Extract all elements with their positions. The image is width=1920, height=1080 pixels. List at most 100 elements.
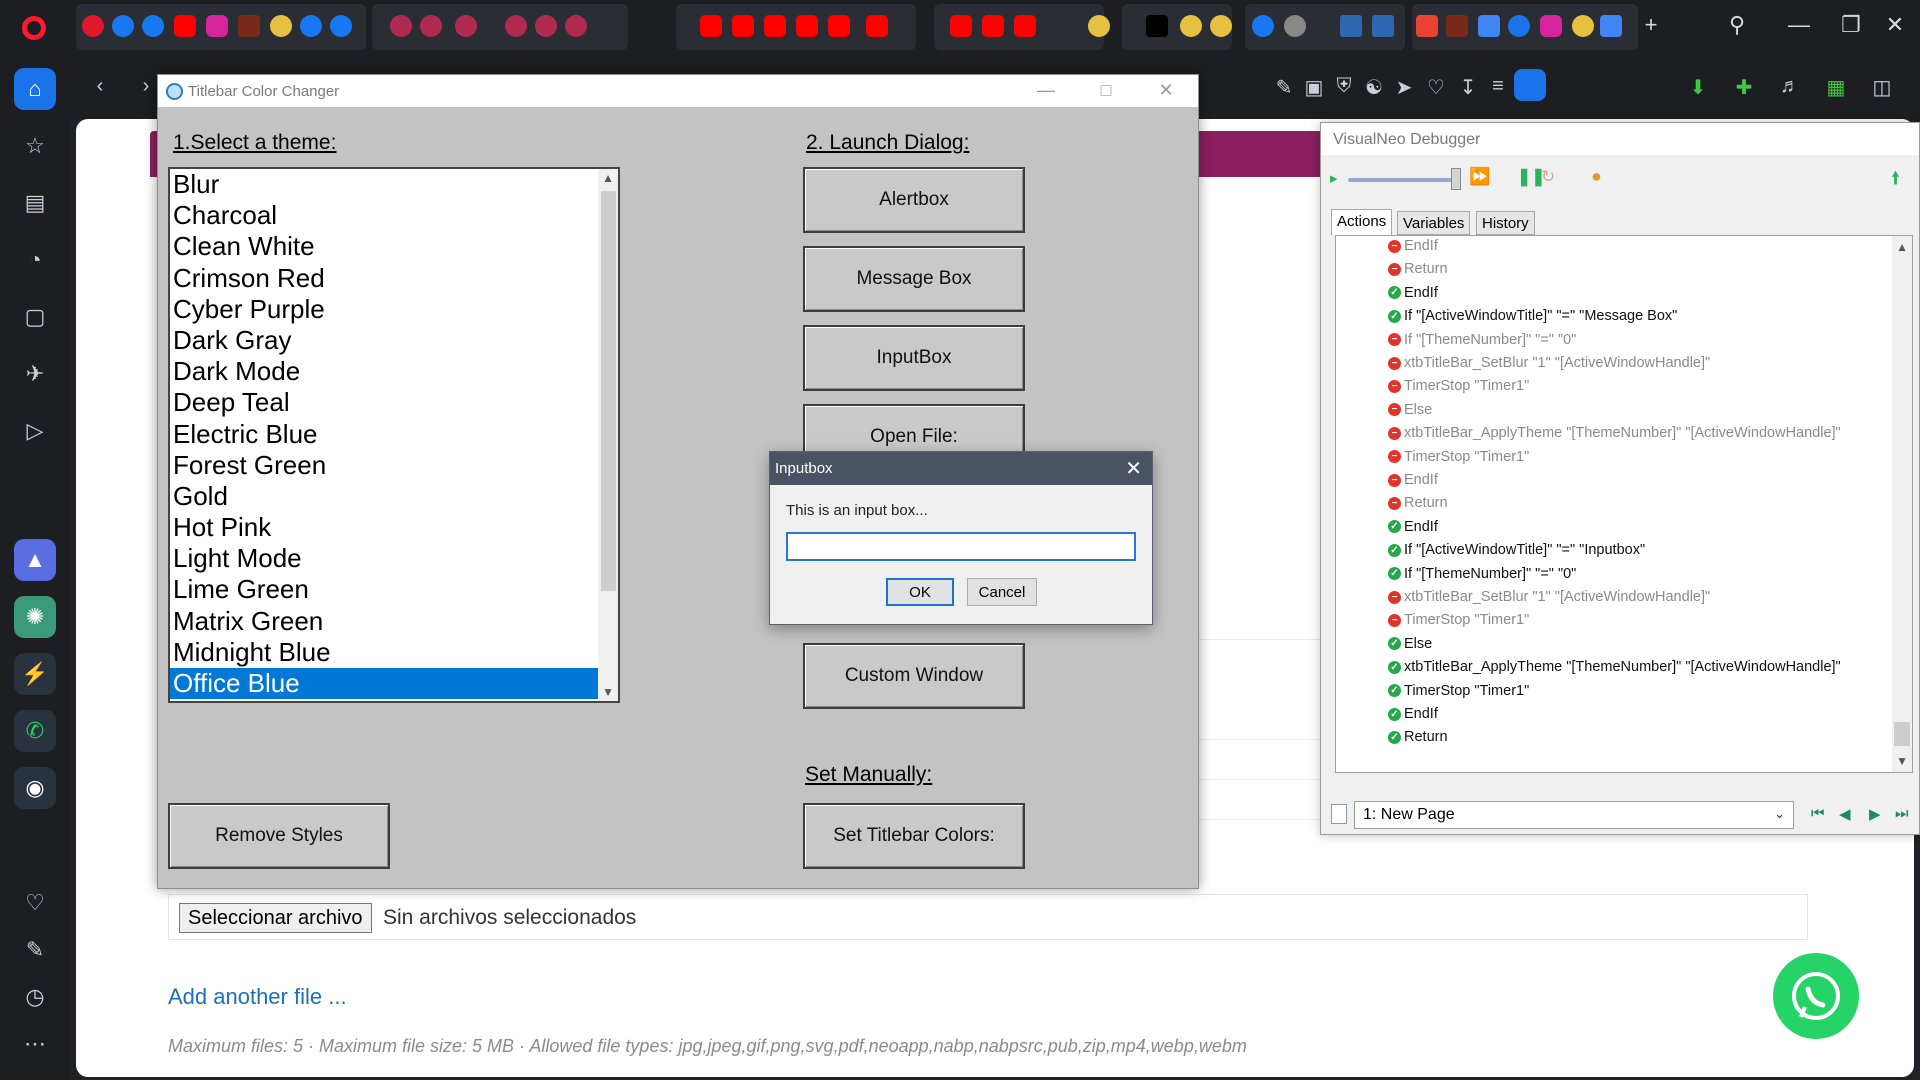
tab-favicon-icon[interactable]: [700, 15, 722, 37]
tab-actions[interactable]: Actions: [1331, 209, 1393, 235]
tab-favicon-icon[interactable]: [1372, 15, 1394, 37]
fast-forward-icon[interactable]: ⏩: [1469, 167, 1490, 187]
inputbox-button[interactable]: InputBox: [803, 325, 1025, 391]
listbox-scrollbar[interactable]: ▲ ▼: [598, 169, 618, 701]
back-icon[interactable]: ‹: [86, 75, 114, 98]
tab-favicon-icon[interactable]: [1478, 15, 1500, 37]
forward-icon[interactable]: ›: [132, 75, 160, 98]
theme-listbox[interactable]: Blur Charcoal Clean White Crimson Red Cyber …: [168, 167, 620, 703]
menu-icon[interactable]: ≡: [1484, 75, 1512, 98]
tab-favicon-icon[interactable]: [535, 15, 557, 37]
theme-list-item[interactable]: Dark Gray: [170, 325, 618, 356]
theme-list-item[interactable]: Dark Mode: [170, 356, 618, 387]
tab-history[interactable]: History: [1476, 211, 1535, 235]
heart-icon[interactable]: ♡: [14, 882, 56, 924]
action-row[interactable]: ✓ EndIf: [1388, 519, 1438, 535]
whatsapp-chat-button[interactable]: [1773, 953, 1859, 1039]
download-icon[interactable]: ↧: [1454, 75, 1482, 100]
actions-list[interactable]: − EndIf − Return ✓ EndIf ✓ If "[ActiveWindowTit…: [1335, 235, 1913, 773]
cancel-button[interactable]: Cancel: [967, 578, 1037, 606]
plane-icon[interactable]: ✈: [14, 353, 56, 395]
arrow-up-icon[interactable]: 🠙: [1891, 166, 1900, 196]
action-row[interactable]: − TimerStop "Timer1": [1388, 449, 1529, 465]
tab-favicon-icon[interactable]: [390, 15, 412, 37]
shield-icon[interactable]: ⛨: [1330, 75, 1358, 98]
theme-list-item[interactable]: Light Mode: [170, 543, 618, 574]
restore-icon[interactable]: ❐: [1836, 12, 1866, 38]
briefcase-icon[interactable]: ▤: [14, 182, 56, 224]
opera-logo-icon[interactable]: [22, 16, 46, 40]
theme-list-item[interactable]: Gold: [170, 481, 618, 512]
tab-favicon-icon[interactable]: [270, 15, 292, 37]
tab-favicon-icon[interactable]: [796, 15, 818, 37]
edit-icon[interactable]: ✎: [14, 929, 56, 971]
theme-list-item[interactable]: Electric Blue: [170, 419, 618, 450]
action-row[interactable]: ✓ EndIf: [1388, 285, 1438, 301]
aria-icon[interactable]: ▲: [14, 539, 56, 581]
video-icon[interactable]: ▷: [14, 410, 56, 452]
actions-scrollbar[interactable]: ▲ ▼: [1892, 236, 1912, 772]
tab-variables[interactable]: Variables: [1397, 211, 1471, 235]
scrollbar-thumb[interactable]: [1894, 722, 1910, 746]
alertbox-button[interactable]: Alertbox: [803, 167, 1025, 233]
message-box-button[interactable]: Message Box: [803, 246, 1025, 312]
scroll-up-icon[interactable]: ▲: [1896, 240, 1908, 254]
window-titlebar[interactable]: VisualNeo Debugger: [1321, 123, 1919, 155]
stop-icon[interactable]: ↻: [1541, 167, 1555, 187]
tab-favicon-icon[interactable]: [112, 15, 134, 37]
tab-favicon-icon[interactable]: [1446, 15, 1468, 37]
cube-icon[interactable]: ◫: [1868, 75, 1896, 100]
dropper-icon[interactable]: ✚: [1730, 75, 1758, 100]
window-titlebar[interactable]: Titlebar Color Changer — □ ✕: [158, 75, 1198, 107]
input-field[interactable]: [786, 532, 1136, 561]
new-tab-icon[interactable]: +: [1636, 12, 1666, 38]
bag-icon[interactable]: ▢: [14, 296, 56, 338]
tab-favicon-icon[interactable]: [505, 15, 527, 37]
action-row[interactable]: ✓ Return: [1388, 729, 1448, 745]
action-row[interactable]: ✓ xtbTitleBar_ApplyTheme "[ThemeNumber]" …: [1388, 659, 1841, 675]
camera-icon[interactable]: ▣: [1300, 75, 1328, 100]
maximize-icon[interactable]: □: [1086, 80, 1126, 101]
inspect-icon[interactable]: ●: [1591, 166, 1602, 187]
whatsapp-icon[interactable]: ✆: [14, 710, 56, 752]
prev-page-icon[interactable]: ◀: [1839, 805, 1851, 823]
tab-favicon-icon[interactable]: [1088, 15, 1110, 37]
minimize-icon[interactable]: —: [1784, 12, 1814, 38]
step-icon[interactable]: ▸: [1330, 169, 1338, 187]
action-row[interactable]: ✓ EndIf: [1388, 706, 1438, 722]
scroll-down-icon[interactable]: ▼: [1896, 754, 1908, 768]
scroll-down-icon[interactable]: ▼: [602, 685, 614, 699]
tab-favicon-icon[interactable]: [732, 15, 754, 37]
minimize-icon[interactable]: —: [1026, 80, 1066, 101]
next-page-icon[interactable]: ▶: [1869, 805, 1881, 823]
action-row[interactable]: ✓ If "[ActiveWindowTitle]" "=" "Message B…: [1388, 308, 1677, 324]
tab-favicon-icon[interactable]: [82, 15, 104, 37]
tab-favicon-icon[interactable]: [1252, 15, 1274, 37]
tab-favicon-icon[interactable]: [1284, 15, 1306, 37]
tab-favicon-icon[interactable]: [174, 15, 196, 37]
action-row[interactable]: − xtbTitleBar_SetBlur "1" "[ActiveWindowH…: [1388, 355, 1710, 371]
tab-favicon-icon[interactable]: [1146, 15, 1168, 37]
theme-list-item[interactable]: Midnight Blue: [170, 637, 618, 668]
tab-favicon-icon[interactable]: [866, 15, 888, 37]
action-row[interactable]: − If "[ThemeNumber]" "=" "0": [1388, 332, 1576, 348]
action-row[interactable]: − xtbTitleBar_SetBlur "1" "[ActiveWindowH…: [1388, 589, 1710, 605]
tab-favicon-icon[interactable]: [420, 15, 442, 37]
action-row[interactable]: − Else: [1388, 402, 1432, 418]
action-row[interactable]: − EndIf: [1388, 238, 1438, 254]
tab-favicon-icon[interactable]: [982, 15, 1004, 37]
tab-favicon-icon[interactable]: [300, 15, 322, 37]
first-page-icon[interactable]: ⏮: [1811, 805, 1825, 822]
close-icon[interactable]: ✕: [1146, 80, 1186, 101]
action-row[interactable]: − TimerStop "Timer1": [1388, 378, 1529, 394]
tab-favicon-icon[interactable]: [1540, 15, 1562, 37]
theme-list-item[interactable]: Clean White: [170, 231, 618, 262]
action-row[interactable]: ✓ If "[ThemeNumber]" "=" "0": [1388, 566, 1576, 582]
more-icon[interactable]: ⋯: [14, 1023, 56, 1065]
action-row[interactable]: ✓ If "[ActiveWindowTitle]" "=" "Inputbox": [1388, 542, 1645, 558]
action-row[interactable]: ✓ TimerStop "Timer1": [1388, 683, 1529, 699]
translate-icon[interactable]: ☯: [1360, 75, 1388, 100]
action-row[interactable]: ✓ Else: [1388, 636, 1432, 652]
tab-favicon-icon[interactable]: [455, 15, 477, 37]
home-icon[interactable]: ⌂: [14, 68, 56, 110]
